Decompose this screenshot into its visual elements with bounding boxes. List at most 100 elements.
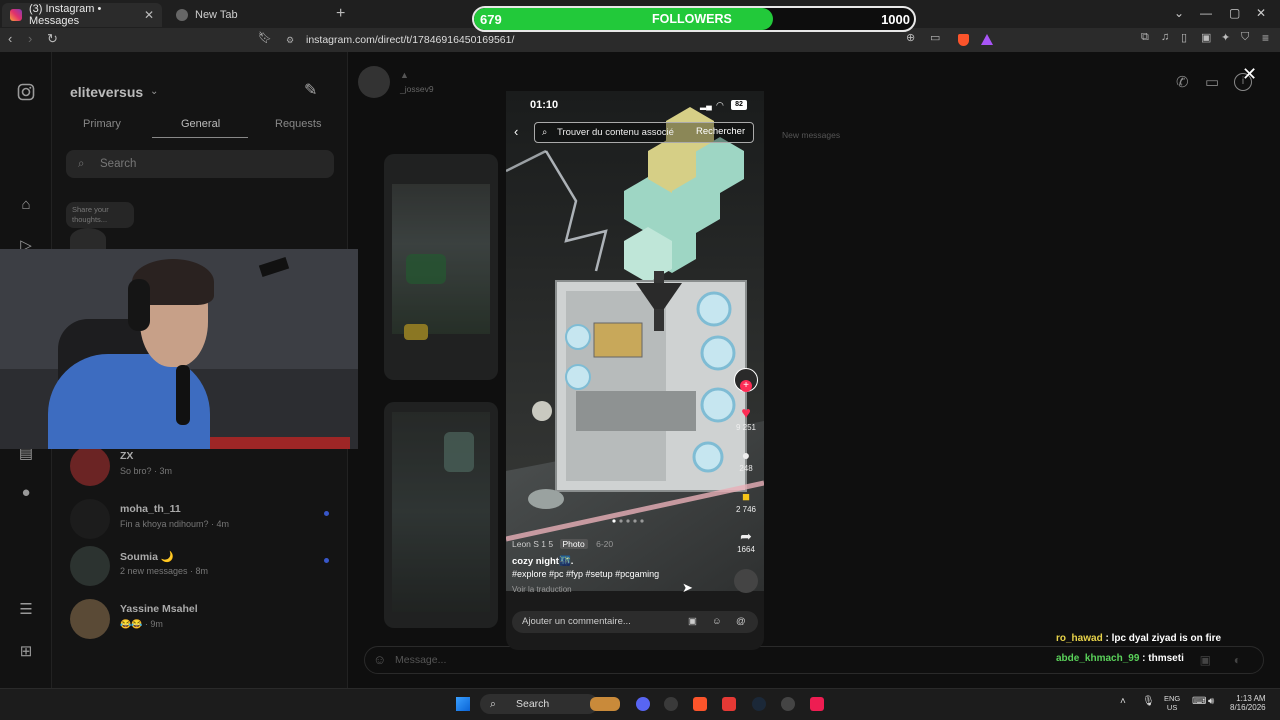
chat-user-avatar[interactable] — [358, 66, 390, 98]
taskbar-search[interactable]: ⌕ Search — [480, 694, 620, 714]
steam-icon[interactable] — [752, 697, 766, 711]
emoji-icon[interactable]: ☺ — [712, 611, 722, 633]
back-arrow-icon[interactable]: ‹ — [8, 31, 12, 46]
new-tab-plus-icon[interactable]: + — [336, 5, 345, 23]
tab-search-chevron-icon[interactable]: ⌄ — [1174, 6, 1184, 20]
app-icon[interactable] — [664, 697, 678, 711]
chat-username[interactable]: _jossev9 — [400, 84, 434, 94]
conversation-item[interactable]: Soumia 🌙 2 new messages · 8m — [70, 546, 340, 590]
windows-start-icon[interactable] — [456, 697, 470, 711]
heart-icon: ♥ — [741, 405, 751, 422]
conversation-item[interactable]: ZX So bro? · 3m — [70, 446, 340, 490]
chevron-down-icon[interactable]: ⌄ — [150, 86, 158, 97]
follow-plus-icon[interactable]: + — [740, 380, 752, 392]
taskbar-search-label: Search — [516, 698, 550, 710]
comment-count: 248 — [739, 464, 753, 473]
comment-input[interactable]: Ajouter un commentaire... ▣ ☺ @ — [512, 611, 758, 633]
tab-primary[interactable]: Primary — [83, 118, 121, 130]
profile-avatar-icon[interactable]: ● — [17, 484, 35, 502]
cast-icon[interactable]: ▭ — [930, 31, 940, 44]
video-call-icon[interactable]: ▭ — [1205, 73, 1219, 91]
save-count: 2 746 — [735, 505, 757, 514]
image-icon[interactable]: ▣ — [688, 611, 697, 633]
music-disc-icon[interactable] — [734, 569, 758, 593]
tiktok-icon[interactable] — [810, 697, 824, 711]
home-icon[interactable]: ⌂ — [17, 196, 35, 214]
microphone-icon[interactable]: 🎙︎ — [1142, 696, 1155, 707]
account-username[interactable]: eliteversus — [70, 84, 143, 100]
battery-indicator: 82 — [731, 100, 747, 110]
see-translation-link[interactable]: Voir la traduction — [512, 585, 572, 594]
brave-shields-icon[interactable] — [958, 34, 969, 46]
post-hashtags[interactable]: #explore #pc #fyp #setup #pcgaming — [512, 569, 659, 579]
active-tab-underline — [152, 137, 248, 138]
shared-post-thumbnail[interactable] — [384, 154, 498, 380]
menu-icon[interactable]: ≡ — [1262, 31, 1269, 45]
webcam-wall-object — [258, 256, 290, 278]
obs-icon[interactable] — [781, 697, 795, 711]
adobe-icon[interactable] — [722, 697, 736, 711]
compose-icon[interactable]: ✎ — [304, 80, 317, 100]
own-note-avatar[interactable] — [70, 228, 106, 250]
taskbar-clock[interactable]: 1:13 AM 8/16/2026 — [1230, 694, 1266, 712]
url-bar[interactable]: ⚙ instagram.com/direct/t/178469164501695… — [278, 31, 998, 49]
mouse-cursor-icon: ➤ — [682, 580, 693, 595]
tab-new-tab[interactable]: New Tab — [168, 3, 328, 27]
mention-icon[interactable]: @ — [736, 611, 746, 633]
search-button[interactable]: Rechercher — [696, 126, 745, 137]
leo-ai-icon[interactable]: ✦ — [1221, 31, 1230, 44]
conversation-item[interactable]: Yassine Msahel 😂😂 · 9m — [70, 599, 340, 643]
tab-general[interactable]: General — [181, 118, 220, 130]
note-bubble[interactable]: Share your thoughts... — [66, 202, 134, 228]
signal-icon: ▂▄ — [700, 101, 712, 110]
comment-button[interactable]: ● 248 — [735, 447, 757, 473]
site-info-icon[interactable]: ⚙ — [286, 31, 294, 49]
like-button[interactable]: ♥ 9 251 — [735, 405, 757, 432]
save-button[interactable]: ■ 2 746 — [735, 488, 757, 514]
reload-icon[interactable]: ↻ — [47, 31, 58, 47]
conversation-preview: 😂😂 · 9m — [120, 619, 163, 629]
post-image-detail — [404, 324, 428, 340]
media-icon[interactable]: ♫ — [1161, 31, 1169, 43]
bookmark-icon[interactable]: 🔖︎ — [258, 31, 272, 44]
conversation-item[interactable]: moha_th_11 Fin a khoya ndihoum? · 4m — [70, 499, 340, 543]
back-chevron-icon[interactable]: ‹ — [514, 124, 518, 139]
language-indicator[interactable]: ENG US — [1164, 694, 1180, 712]
vpn-icon[interactable]: ⛉ — [1241, 31, 1249, 44]
brave-rewards-icon[interactable] — [981, 34, 993, 45]
discord-icon[interactable] — [636, 697, 650, 711]
conversation-preview: So bro? · 3m — [120, 466, 173, 476]
close-viewer-icon[interactable]: ✕ — [1242, 64, 1257, 85]
conversation-name: moha_th_11 — [120, 503, 181, 515]
sticker-icon[interactable]: ◐ — [1234, 647, 1241, 673]
url-text: instagram.com/direct/t/17846916450169561… — [306, 34, 515, 46]
close-tab-icon[interactable]: ✕ — [144, 8, 154, 22]
emoji-icon[interactable]: ☺ — [373, 647, 386, 673]
instagram-logo-icon[interactable] — [17, 83, 35, 101]
share-count: 1664 — [737, 545, 755, 554]
forward-arrow-icon[interactable]: › — [28, 31, 32, 46]
maximize-icon[interactable]: ▢ — [1229, 6, 1240, 20]
network-icon[interactable]: ⌨ — [1192, 696, 1206, 707]
volume-icon[interactable]: 🔊︎ — [1208, 696, 1214, 707]
post-image-detail — [444, 432, 474, 472]
phone-call-icon[interactable]: ✆ — [1176, 73, 1189, 91]
wallet-icon[interactable]: ▣ — [1201, 31, 1211, 44]
window-close-icon[interactable]: ✕ — [1256, 6, 1266, 20]
extensions-icon[interactable]: ⧉ — [1141, 31, 1149, 44]
image-upload-icon[interactable]: ▣ — [1200, 647, 1211, 673]
tab-requests[interactable]: Requests — [275, 118, 321, 130]
brave-browser-icon[interactable] — [693, 697, 707, 711]
tab-instagram-messages[interactable]: (3) Instagram • Messages ✕ — [2, 3, 162, 27]
followers-current: 679 — [480, 12, 502, 27]
apps-grid-icon[interactable]: ⊞ — [17, 642, 35, 660]
zoom-icon[interactable]: ⊕ — [906, 31, 915, 44]
minimize-icon[interactable]: — — [1200, 6, 1212, 20]
sidebar-icon[interactable]: ▯ — [1181, 31, 1187, 44]
shared-post-thumbnail[interactable] — [384, 402, 498, 628]
search-input[interactable]: ⌕ Search — [66, 150, 334, 178]
more-menu-icon[interactable]: ☰ — [17, 600, 35, 618]
share-button[interactable]: ➦ 1664 — [735, 528, 757, 554]
tray-chevron-icon[interactable]: ˄ — [1120, 696, 1126, 707]
post-author[interactable]: Leon S 1 5 — [512, 539, 553, 549]
